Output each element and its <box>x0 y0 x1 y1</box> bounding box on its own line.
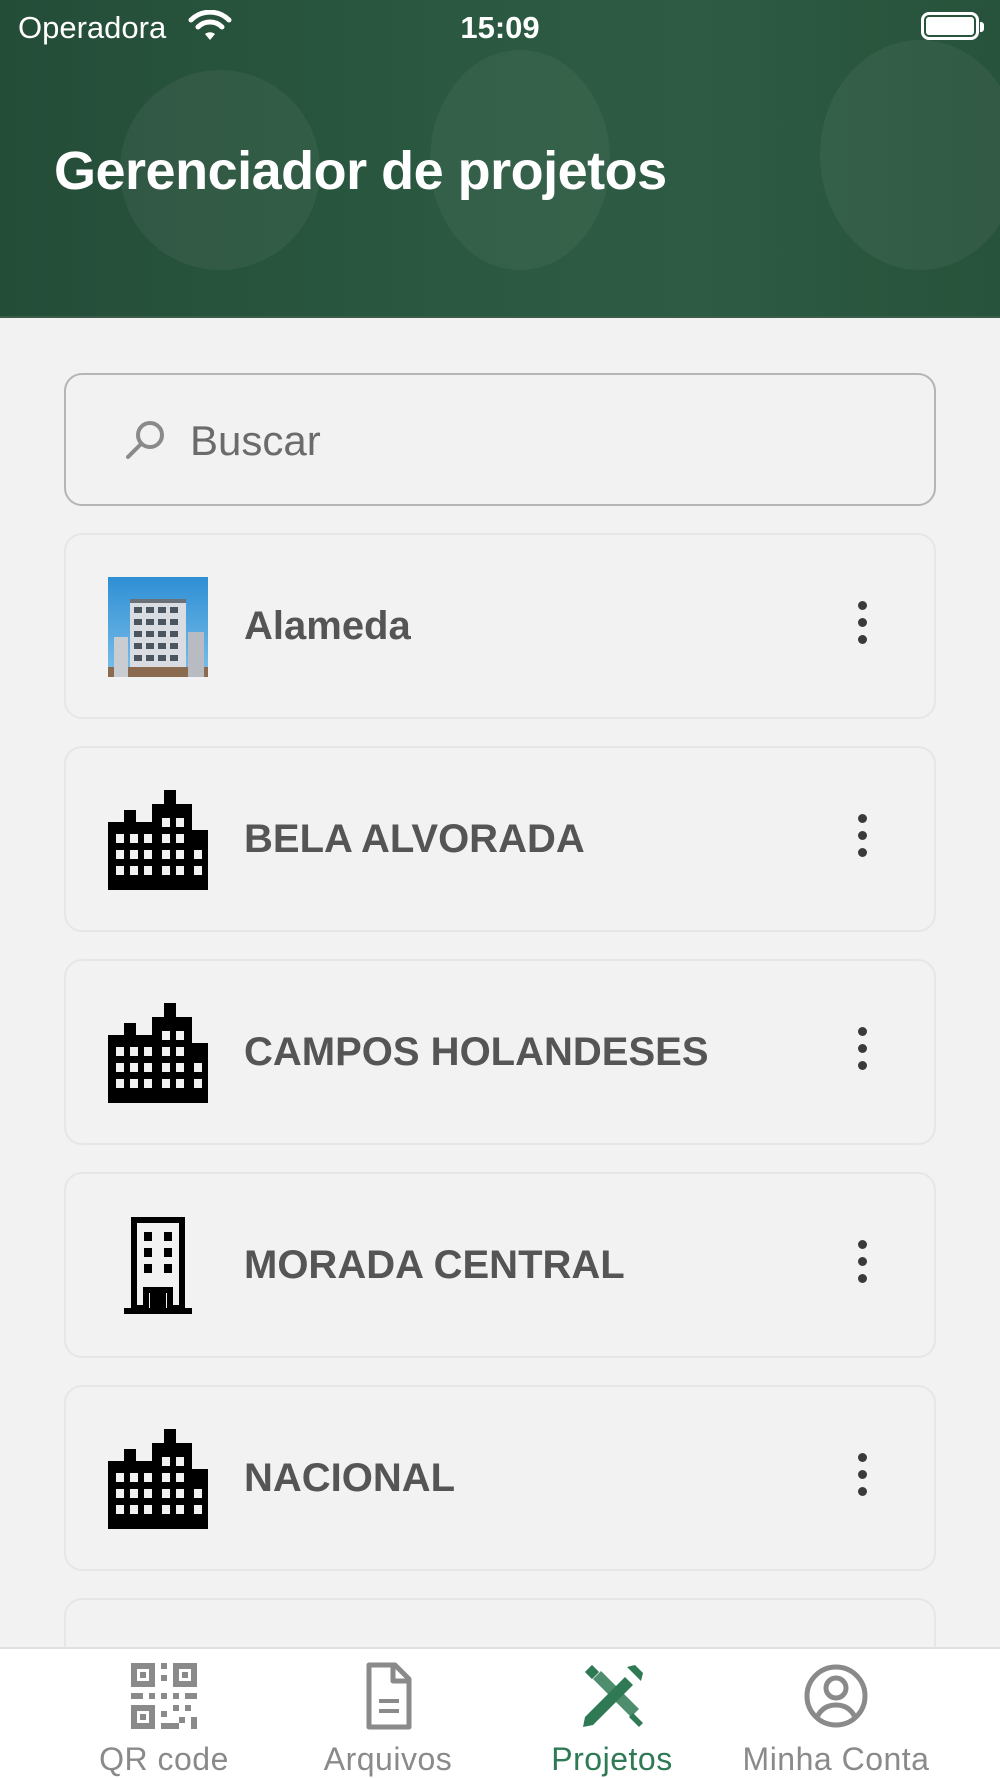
project-name: Alameda <box>244 604 411 648</box>
battery-icon <box>921 12 984 40</box>
tab-minha-conta[interactable]: Minha Conta <box>726 1649 946 1778</box>
project-card-campos-holandeses[interactable]: CAMPOS HOLANDESES <box>64 959 936 1145</box>
account-icon <box>804 1664 868 1728</box>
project-card-morada-central[interactable]: MORADA CENTRAL <box>64 1172 936 1358</box>
project-name: CAMPOS HOLANDESES <box>244 1030 709 1074</box>
project-card-alameda[interactable]: Alameda <box>64 533 936 719</box>
more-options-icon[interactable] <box>850 1240 874 1290</box>
search-icon <box>126 421 164 459</box>
building-icon <box>124 1217 192 1314</box>
city-icon <box>108 1429 208 1529</box>
project-name: MORADA CENTRAL <box>244 1243 625 1287</box>
more-options-icon[interactable] <box>850 1453 874 1503</box>
project-card-nacional[interactable]: NACIONAL <box>64 1385 936 1571</box>
tab-arquivos[interactable]: Arquivos <box>278 1649 498 1778</box>
project-card-bela-alvorada[interactable]: BELA ALVORADA <box>64 746 936 932</box>
header: Operadora 15:09 Gerenciador de projetos <box>0 0 1000 318</box>
more-options-icon[interactable] <box>850 601 874 651</box>
search-bar[interactable] <box>64 373 936 506</box>
status-time: 15:09 <box>460 10 540 45</box>
tab-label: QR code <box>99 1741 229 1777</box>
tab-label: Arquivos <box>323 1741 453 1777</box>
tab-bar: QR code Arquivos Projetos Minha Conta <box>0 1647 1000 1778</box>
tab-label: Projetos <box>551 1741 673 1777</box>
more-options-icon[interactable] <box>850 1027 874 1077</box>
city-icon <box>108 790 208 890</box>
tab-label: Minha Conta <box>742 1741 930 1777</box>
more-options-icon[interactable] <box>850 814 874 864</box>
qr-code-icon <box>131 1663 197 1729</box>
building-photo-icon <box>108 577 208 677</box>
search-input[interactable] <box>190 401 890 481</box>
tab-qr-code[interactable]: QR code <box>54 1649 274 1778</box>
file-icon <box>366 1662 412 1730</box>
project-name: BELA ALVORADA <box>244 817 585 861</box>
city-icon <box>108 1003 208 1103</box>
page-title: Gerenciador de projetos <box>54 141 667 201</box>
tools-icon <box>583 1664 643 1727</box>
project-name: NACIONAL <box>244 1456 456 1500</box>
tab-projetos[interactable]: Projetos <box>502 1649 722 1778</box>
status-bar: Operadora 15:09 <box>0 0 1000 56</box>
